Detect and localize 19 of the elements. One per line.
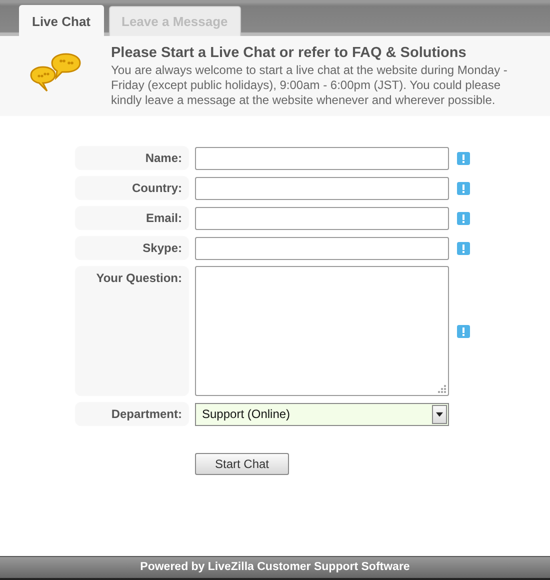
field-label: Skype:	[75, 236, 189, 260]
tab[interactable]: Live Chat	[19, 5, 104, 36]
caret-icon	[436, 412, 443, 416]
department-dropdown[interactable]: Support (Online)	[195, 402, 449, 426]
intro-title: Please Start a Live Chat or refer to FAQ & Solutions	[111, 45, 468, 61]
field-label: Email:	[75, 206, 189, 230]
footer-text: Powered by LiveZilla Customer Support Software	[140, 561, 410, 573]
field-label: Your Question:	[75, 266, 189, 396]
field-label: Country:	[75, 176, 189, 200]
start-chat-button[interactable]: Start Chat	[195, 453, 289, 475]
input-field[interactable]	[195, 236, 449, 260]
input-field[interactable]	[195, 176, 449, 200]
field-label: Name:	[75, 146, 189, 170]
resize-grip-icon	[438, 385, 447, 394]
field-label: Department:	[75, 402, 189, 426]
input-field[interactable]	[195, 146, 449, 170]
intro-text: You are always welcome to start a live chat at the website during Monday - Friday (except public holidays), 9:00am - 6:00pm (JST). You could please kindly leave a message at the website whenever and wherever possible.	[111, 63, 508, 108]
input-field[interactable]	[195, 206, 449, 230]
question-field[interactable]	[195, 266, 449, 396]
